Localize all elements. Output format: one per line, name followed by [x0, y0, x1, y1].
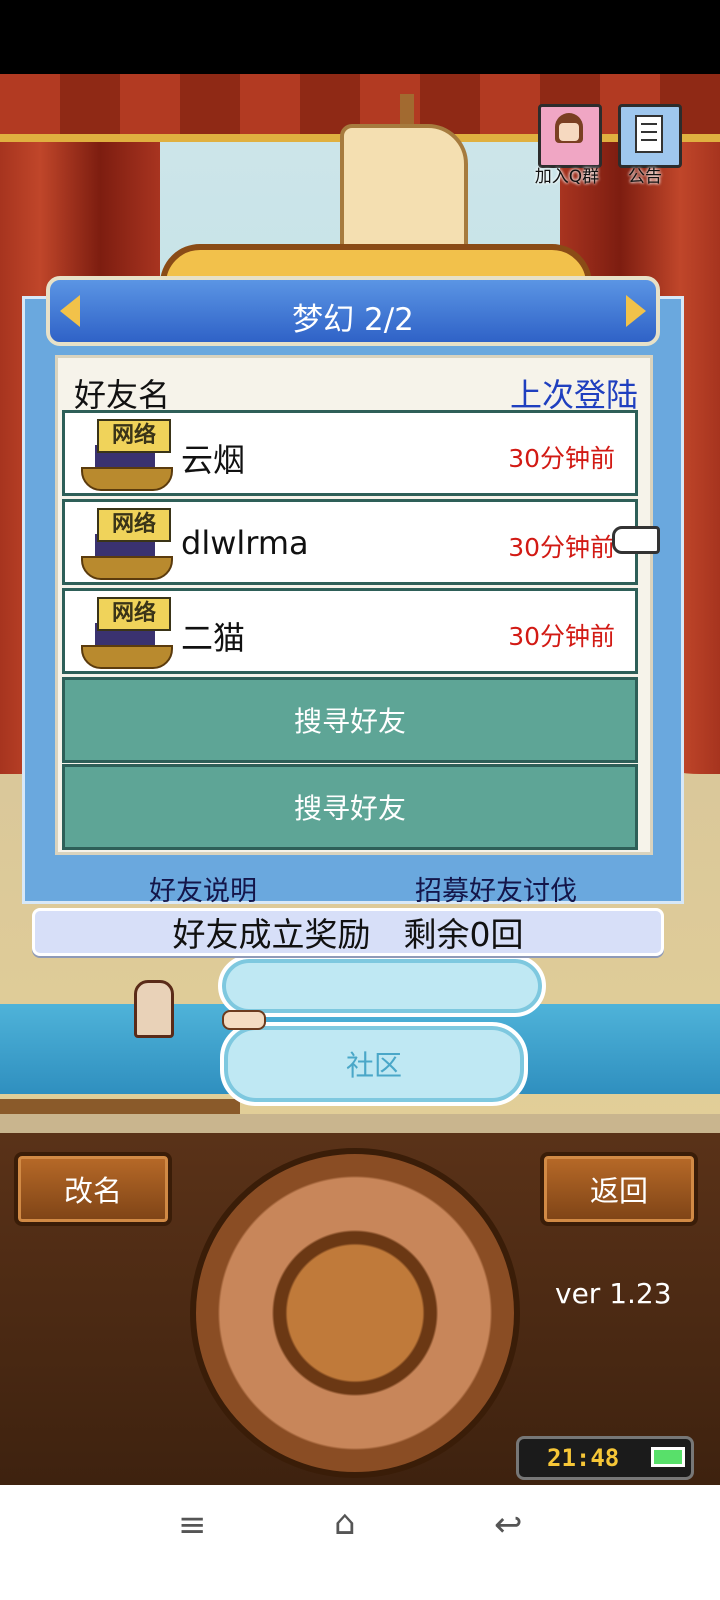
- friend-last-login: 30分钟前: [508, 622, 615, 651]
- friends-header-bar: 梦幻 2/2: [46, 276, 660, 346]
- notice-button[interactable]: [618, 104, 682, 168]
- ship-icon: 网络: [77, 419, 173, 493]
- community-label: 社区: [345, 1049, 402, 1082]
- ship-icon: 网络: [77, 508, 173, 582]
- friend-row[interactable]: 网络 dlwlrma 30分钟前: [62, 499, 638, 585]
- notice-label: 公告: [628, 167, 662, 187]
- friend-explain-link[interactable]: 好友说明: [149, 869, 257, 908]
- sailor-character: [134, 980, 174, 1038]
- header-title: 梦幻 2/2: [292, 302, 414, 338]
- ship-sail: [340, 124, 468, 262]
- friend-reward-bar: 好友成立奖励 剩余0回: [32, 908, 664, 956]
- friend-last-login: 30分钟前: [508, 533, 615, 562]
- ship-wheel-button[interactable]: [190, 1148, 520, 1478]
- recruit-friends-link[interactable]: 招募好友讨伐: [415, 869, 577, 908]
- status-bar: [0, 0, 720, 74]
- rename-button[interactable]: 改名: [14, 1152, 172, 1226]
- qq-group-button[interactable]: [538, 104, 602, 168]
- document-icon: [635, 115, 663, 153]
- search-friend-button[interactable]: 搜寻好友: [62, 677, 638, 763]
- game-clock: 21:48: [516, 1436, 694, 1480]
- pointer-hand-icon: [612, 526, 660, 554]
- next-page-arrow-icon[interactable]: [626, 295, 646, 327]
- clock-time: 21:48: [547, 1444, 620, 1472]
- friend-name: 云烟: [181, 441, 246, 479]
- network-badge: 网络: [97, 508, 171, 542]
- friend-name: 二猫: [181, 619, 246, 657]
- friend-row[interactable]: 网络 云烟 30分钟前: [62, 410, 638, 496]
- friend-last-login: 30分钟前: [508, 444, 615, 473]
- system-nav-bar: ≡ ⌂ ↩: [0, 1485, 720, 1600]
- home-icon[interactable]: ⌂: [334, 1503, 356, 1543]
- online-ranking-cloud-button: [218, 955, 546, 1017]
- version-text: ver 1.23: [555, 1277, 672, 1310]
- girl-face: [559, 123, 579, 141]
- search-friend-button[interactable]: 搜寻好友: [62, 764, 638, 850]
- pointing-hand-icon: [222, 1010, 266, 1030]
- network-badge: 网络: [97, 597, 171, 631]
- qq-group-label: 加入Q群: [534, 167, 600, 187]
- friend-name: dlwlrma: [181, 524, 309, 562]
- friend-row[interactable]: 网络 二猫 30分钟前: [62, 588, 638, 674]
- community-cloud-button[interactable]: 社区: [220, 1022, 528, 1106]
- battery-icon: [651, 1447, 685, 1467]
- back-icon[interactable]: ↩: [494, 1505, 523, 1545]
- menu-icon[interactable]: ≡: [178, 1505, 207, 1545]
- back-button[interactable]: 返回: [540, 1152, 698, 1226]
- ship-icon: 网络: [77, 597, 173, 671]
- network-badge: 网络: [97, 419, 171, 453]
